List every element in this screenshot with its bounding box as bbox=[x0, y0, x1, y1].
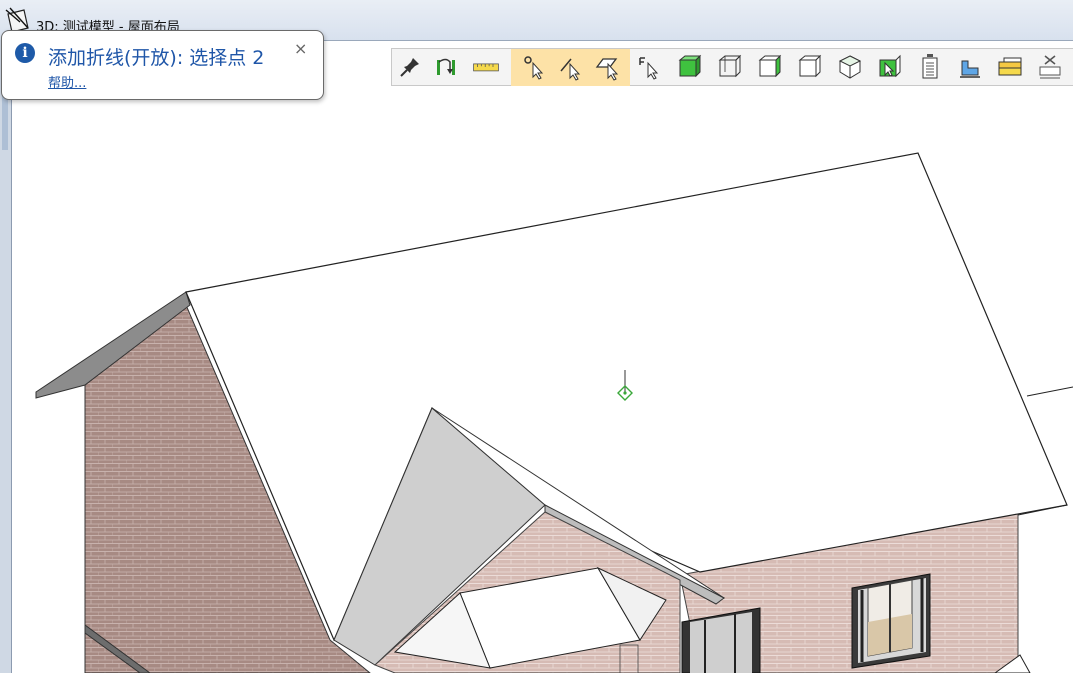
3d-viewport[interactable] bbox=[12, 41, 1073, 673]
pin-icon[interactable] bbox=[396, 53, 424, 81]
wire-box-icon[interactable] bbox=[716, 53, 744, 81]
pick-point-icon[interactable] bbox=[520, 53, 548, 81]
box-select-icon[interactable] bbox=[876, 53, 904, 81]
command-prompt-tooltip: i 添加折线(开放): 选择点 2 帮助... × bbox=[1, 30, 324, 100]
stack-icon[interactable] bbox=[996, 53, 1024, 81]
connect-icon[interactable] bbox=[432, 53, 460, 81]
prompt-message: 添加折线(开放): 选择点 2 bbox=[48, 47, 265, 69]
box-front-icon[interactable] bbox=[796, 53, 824, 81]
document-icon[interactable] bbox=[916, 53, 944, 81]
info-icon: i bbox=[15, 43, 35, 63]
close-icon[interactable]: × bbox=[294, 39, 307, 58]
house-3d-scene[interactable] bbox=[12, 41, 1073, 673]
layers-icon[interactable] bbox=[956, 53, 984, 81]
box-side-icon[interactable] bbox=[756, 53, 784, 81]
ruler-icon[interactable] bbox=[472, 53, 500, 81]
upper-window bbox=[851, 573, 931, 669]
pick-face-icon[interactable] bbox=[594, 53, 622, 81]
view-toolbar bbox=[391, 48, 1073, 86]
pick-edge-icon[interactable] bbox=[557, 53, 585, 81]
left-frame bbox=[0, 40, 12, 673]
help-link[interactable]: 帮助... bbox=[48, 72, 86, 91]
printer-x-icon[interactable] bbox=[1036, 53, 1064, 81]
green-box-icon[interactable] bbox=[676, 53, 704, 81]
pick-corner-icon[interactable] bbox=[636, 53, 664, 81]
box-iso-icon[interactable] bbox=[836, 53, 864, 81]
